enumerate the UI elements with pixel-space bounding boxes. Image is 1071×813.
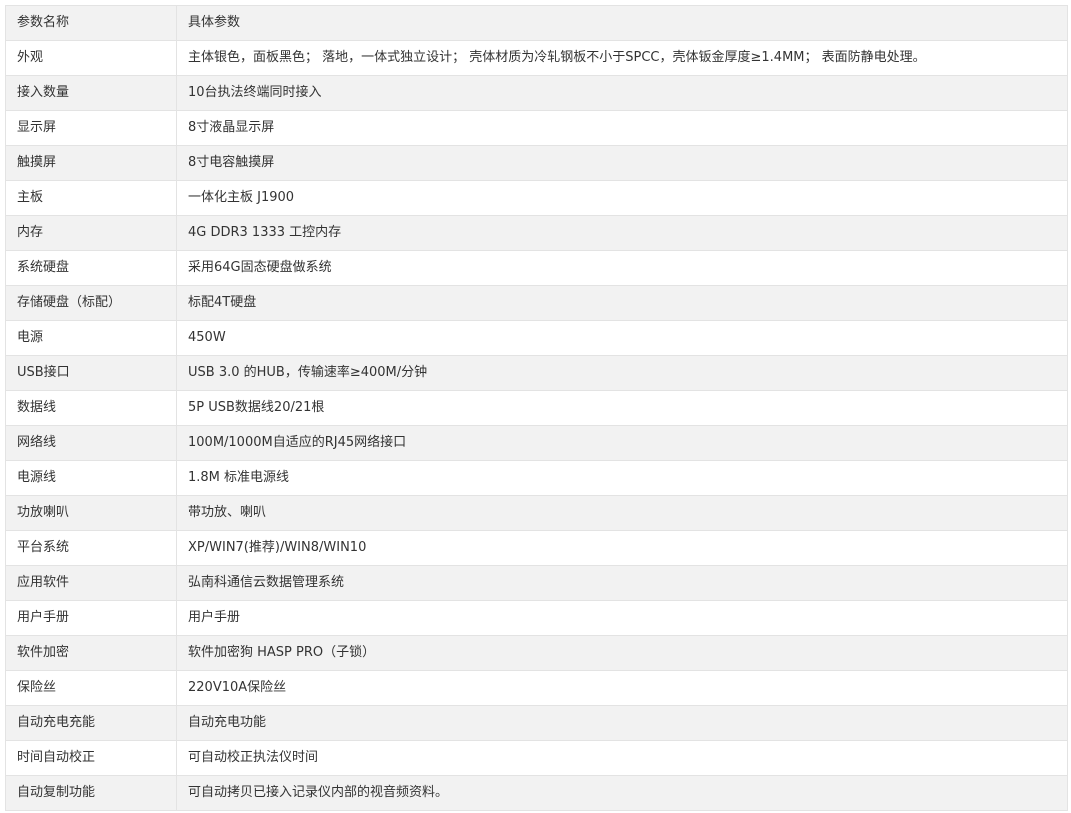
param-name-cell: 平台系统 [5,530,177,566]
param-name-cell: 接入数量 [5,75,177,111]
table-row: 自动复制功能 可自动拷贝已接入记录仪内部的视音频资料。 [5,775,1068,811]
table-row: 数据线 5P USB数据线20/21根 [5,390,1068,426]
param-value-cell: 4G DDR3 1333 工控内存 [176,215,1068,251]
param-name-cell: 保险丝 [5,670,177,706]
param-name-cell: 网络线 [5,425,177,461]
param-value-cell: 100M/1000M自适应的RJ45网络接口 [176,425,1068,461]
param-name-cell: 内存 [5,215,177,251]
param-value-cell: 可自动校正执法仪时间 [176,740,1068,776]
table-row: 存储硬盘（标配） 标配4T硬盘 [5,285,1068,321]
param-name-cell: 电源线 [5,460,177,496]
table-row: 功放喇叭 带功放、喇叭 [5,495,1068,531]
param-name-cell: 电源 [5,320,177,356]
table-row: 应用软件 弘南科通信云数据管理系统 [5,565,1068,601]
table-row: 系统硬盘 采用64G固态硬盘做系统 [5,250,1068,286]
table-row: 电源 450W [5,320,1068,356]
table-row: 外观 主体银色，面板黑色； 落地，一体式独立设计； 壳体材质为冷轧钢板不小于SPC… [5,40,1068,76]
header-param-value: 具体参数 [176,5,1068,41]
param-value-cell: 450W [176,320,1068,356]
param-name-cell: 存储硬盘（标配） [5,285,177,321]
param-name-cell: 触摸屏 [5,145,177,181]
param-value-cell: 弘南科通信云数据管理系统 [176,565,1068,601]
param-name-cell: 时间自动校正 [5,740,177,776]
param-value-cell: 用户手册 [176,600,1068,636]
param-value-cell: 220V10A保险丝 [176,670,1068,706]
param-name-cell: 应用软件 [5,565,177,601]
param-name-cell: 外观 [5,40,177,76]
table-row: 触摸屏 8寸电容触摸屏 [5,145,1068,181]
table-row: 主板 一体化主板 J1900 [5,180,1068,216]
param-name-cell: USB接口 [5,355,177,391]
table-row: 用户手册 用户手册 [5,600,1068,636]
table-row: 显示屏 8寸液晶显示屏 [5,110,1068,146]
param-value-cell: 10台执法终端同时接入 [176,75,1068,111]
param-value-cell: 可自动拷贝已接入记录仪内部的视音频资料。 [176,775,1068,811]
param-value-cell: 自动充电功能 [176,705,1068,741]
table-row: 电源线 1.8M 标准电源线 [5,460,1068,496]
param-name-cell: 显示屏 [5,110,177,146]
param-value-cell: 软件加密狗 HASP PRO（子锁） [176,635,1068,671]
param-value-cell: 8寸电容触摸屏 [176,145,1068,181]
table-row: 网络线 100M/1000M自适应的RJ45网络接口 [5,425,1068,461]
param-value-cell: 标配4T硬盘 [176,285,1068,321]
param-value-cell: 1.8M 标准电源线 [176,460,1068,496]
table-row: 保险丝 220V10A保险丝 [5,670,1068,706]
param-value-cell: 采用64G固态硬盘做系统 [176,250,1068,286]
param-name-cell: 功放喇叭 [5,495,177,531]
param-name-cell: 数据线 [5,390,177,426]
param-value-cell: 5P USB数据线20/21根 [176,390,1068,426]
param-name-cell: 主板 [5,180,177,216]
param-value-cell: 带功放、喇叭 [176,495,1068,531]
param-name-cell: 系统硬盘 [5,250,177,286]
param-name-cell: 用户手册 [5,600,177,636]
param-name-cell: 软件加密 [5,635,177,671]
param-value-cell: XP/WIN7(推荐)/WIN8/WIN10 [176,530,1068,566]
table-header-row: 参数名称 具体参数 [5,5,1068,41]
table-row: USB接口 USB 3.0 的HUB，传输速率≥400M/分钟 [5,355,1068,391]
spec-table: 参数名称 具体参数 外观 主体银色，面板黑色； 落地，一体式独立设计； 壳体材质为… [5,5,1068,811]
param-value-cell: USB 3.0 的HUB，传输速率≥400M/分钟 [176,355,1068,391]
header-param-name: 参数名称 [5,5,177,41]
table-row: 接入数量 10台执法终端同时接入 [5,75,1068,111]
param-value-cell: 一体化主板 J1900 [176,180,1068,216]
table-row: 时间自动校正 可自动校正执法仪时间 [5,740,1068,776]
table-row: 软件加密 软件加密狗 HASP PRO（子锁） [5,635,1068,671]
table-row: 平台系统 XP/WIN7(推荐)/WIN8/WIN10 [5,530,1068,566]
table-row: 内存 4G DDR3 1333 工控内存 [5,215,1068,251]
param-value-cell: 8寸液晶显示屏 [176,110,1068,146]
table-row: 自动充电充能 自动充电功能 [5,705,1068,741]
param-name-cell: 自动充电充能 [5,705,177,741]
spec-table-body: 参数名称 具体参数 外观 主体银色，面板黑色； 落地，一体式独立设计； 壳体材质为… [5,5,1068,811]
param-name-cell: 自动复制功能 [5,775,177,811]
param-value-cell: 主体银色，面板黑色； 落地，一体式独立设计； 壳体材质为冷轧钢板不小于SPCC，… [176,40,1068,76]
